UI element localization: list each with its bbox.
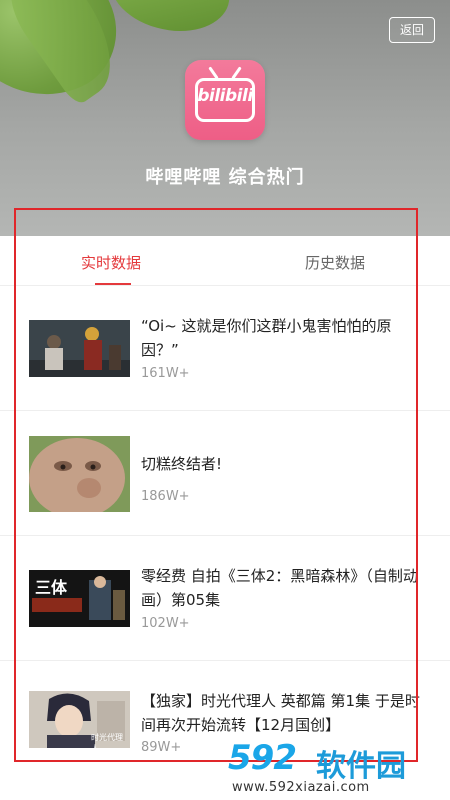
view-count: 161W+ [141,366,190,381]
list-item[interactable]: 切糕终结者! 186W+ [0,411,450,536]
page-title: 哔哩哔哩 综合热门 [145,167,305,188]
thumbnail-caption: 时光代理人 [91,733,123,748]
site-watermark: 592 软件园 www.592xiazai.com [228,738,448,798]
watermark-number: 592 [228,738,297,778]
tab-realtime-data[interactable]: 实时数据 [81,252,141,273]
thumbnail-caption: 三体 [35,578,68,597]
hot-video-list: “Oi~ 这就是你们这群小鬼害怕怕的原因？” 161W+ 切糕终结者! 186W… [0,286,450,786]
video-thumbnail [29,436,130,512]
watermark-name: 软件园 [316,749,406,784]
view-count: 186W+ [141,489,190,504]
video-title: “Oi~ 这就是你们这群小鬼害怕怕的原因？” [141,317,392,359]
header-banner: 返回 bilibili 哔哩哔哩 综合热门 [0,0,450,236]
video-thumbnail [29,320,130,377]
bilibili-app-icon: bilibili [185,60,265,140]
video-title: 零经费 自拍《三体2：黑暗森林》（自制动画）第05集 [141,567,418,609]
view-count: 89W+ [141,740,182,755]
list-item[interactable]: “Oi~ 这就是你们这群小鬼害怕怕的原因？” 161W+ [0,286,450,411]
tab-history-data[interactable]: 历史数据 [305,252,365,273]
app-icon-logo-text: bilibili [197,86,253,106]
video-title: 【独家】时光代理人 英都篇 第1集 于是时间再次开始流转【12月国创】 [141,692,420,734]
active-tab-indicator [95,283,131,285]
video-thumbnail: 三体 [29,570,130,627]
video-thumbnail: 时光代理人 [29,691,130,748]
view-count: 102W+ [141,616,190,631]
leaf-decoration [105,0,235,38]
tab-bar: 实时数据 历史数据 [0,236,450,286]
list-item[interactable]: 三体 零经费 自拍《三体2：黑暗森林》（自制动画）第05集 102W+ [0,536,450,661]
video-title: 切糕终结者! [141,455,223,473]
back-button[interactable]: 返回 [389,17,435,43]
watermark-url: www.592xiazai.com [232,780,370,795]
